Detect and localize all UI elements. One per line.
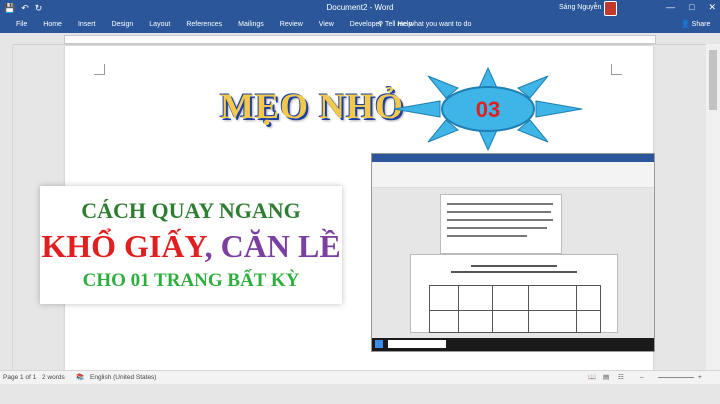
page-heading-line <box>471 265 557 267</box>
embedded-taskbar <box>372 338 654 351</box>
tab-mailings[interactable]: Mailings <box>230 19 272 30</box>
page-count[interactable]: Page 1 of 1 <box>3 374 36 382</box>
ribbon-tabs: File Home Insert Design Layout Reference… <box>0 16 720 33</box>
title-card: CÁCH QUAY NGANG KHỔ GIẤY, CĂN LỀ CHO 01 … <box>40 186 342 304</box>
embedded-title-bar <box>372 154 654 162</box>
close-button[interactable]: ✕ <box>708 1 716 14</box>
share-label: Share <box>691 21 711 28</box>
margin-mark-top-right <box>611 64 622 75</box>
share-button[interactable]: 👤 Share <box>681 19 710 30</box>
tab-view[interactable]: View <box>311 19 342 30</box>
tell-me-label: Tell me what you want to do <box>384 21 472 28</box>
read-mode-icon[interactable]: 📖 <box>588 374 596 382</box>
word-count[interactable]: 2 words <box>42 374 65 382</box>
zoom-in-button[interactable]: + <box>698 374 702 382</box>
table-col-line <box>576 286 577 332</box>
title-bar: 💾 ↶ ↻ Document2 - Word Sáng Nguyễn — □ ✕ <box>0 0 720 16</box>
minimize-button[interactable]: — <box>666 1 675 14</box>
taskbar-search-box <box>388 340 446 348</box>
tab-references[interactable]: References <box>178 19 230 30</box>
scrollbar-thumb[interactable] <box>709 50 717 110</box>
text-line <box>447 235 527 237</box>
sun-ray <box>535 100 583 118</box>
web-layout-icon[interactable]: ☷ <box>618 374 624 382</box>
window-controls: — □ ✕ <box>666 1 716 14</box>
vertical-ruler <box>0 44 13 370</box>
margin-mark-top-left <box>94 64 105 75</box>
sun-badge: 03 <box>393 66 583 152</box>
title-line-3: CHO 01 TRANG BẤT KỲ <box>82 270 300 291</box>
embedded-screenshot <box>371 153 655 352</box>
table-row-line <box>430 310 600 311</box>
title-line-1: CÁCH QUAY NGANG <box>81 198 301 223</box>
user-name[interactable]: Sáng Nguyễn <box>559 2 601 14</box>
language-indicator[interactable]: English (United States) <box>90 374 156 382</box>
badge-number: 03 <box>476 97 500 122</box>
title-line-2: KHỔ GIẤY, CĂN LỀ <box>40 228 342 264</box>
embedded-page-portrait <box>440 194 562 254</box>
table-col-line <box>528 286 529 332</box>
table-col-line <box>458 286 459 332</box>
windows-start-icon <box>375 340 383 348</box>
text-line <box>447 211 551 213</box>
text-line <box>447 227 547 229</box>
table-col-line <box>492 286 493 332</box>
status-bar: Page 1 of 1 2 words 📚 English (United St… <box>0 370 720 385</box>
text-line <box>447 203 553 205</box>
zoom-out-button[interactable]: – <box>640 374 644 382</box>
maximize-button[interactable]: □ <box>689 1 694 14</box>
title-line-2-red: KHỔ GIẤY <box>41 228 205 264</box>
tab-home[interactable]: Home <box>35 19 70 30</box>
avatar[interactable] <box>604 1 617 16</box>
proofing-icon[interactable]: 📚 <box>76 374 84 382</box>
tab-insert[interactable]: Insert <box>70 19 104 30</box>
tab-layout[interactable]: Layout <box>141 19 178 30</box>
page-heading-line <box>451 271 577 273</box>
embedded-table <box>429 285 601 333</box>
bottom-strip <box>0 384 720 404</box>
tab-file[interactable]: File <box>8 19 35 30</box>
ruler-track[interactable] <box>64 35 656 44</box>
vertical-scrollbar[interactable] <box>706 44 720 370</box>
embedded-page-landscape <box>410 254 618 333</box>
tip-heading: MẸO NHỎ <box>220 86 404 126</box>
print-layout-icon[interactable]: ▤ <box>603 374 609 382</box>
zoom-slider[interactable] <box>658 377 694 378</box>
tab-design[interactable]: Design <box>103 19 141 30</box>
title-line-2-sep: , <box>204 228 221 264</box>
tab-review[interactable]: Review <box>272 19 311 30</box>
text-line <box>447 219 553 221</box>
tell-me-search[interactable]: ⚲ Tell me what you want to do <box>378 19 471 30</box>
title-line-2-purple: CĂN LỀ <box>220 228 341 264</box>
sun-ray <box>393 100 441 118</box>
horizontal-ruler <box>0 33 720 45</box>
embedded-ribbon <box>372 162 654 188</box>
